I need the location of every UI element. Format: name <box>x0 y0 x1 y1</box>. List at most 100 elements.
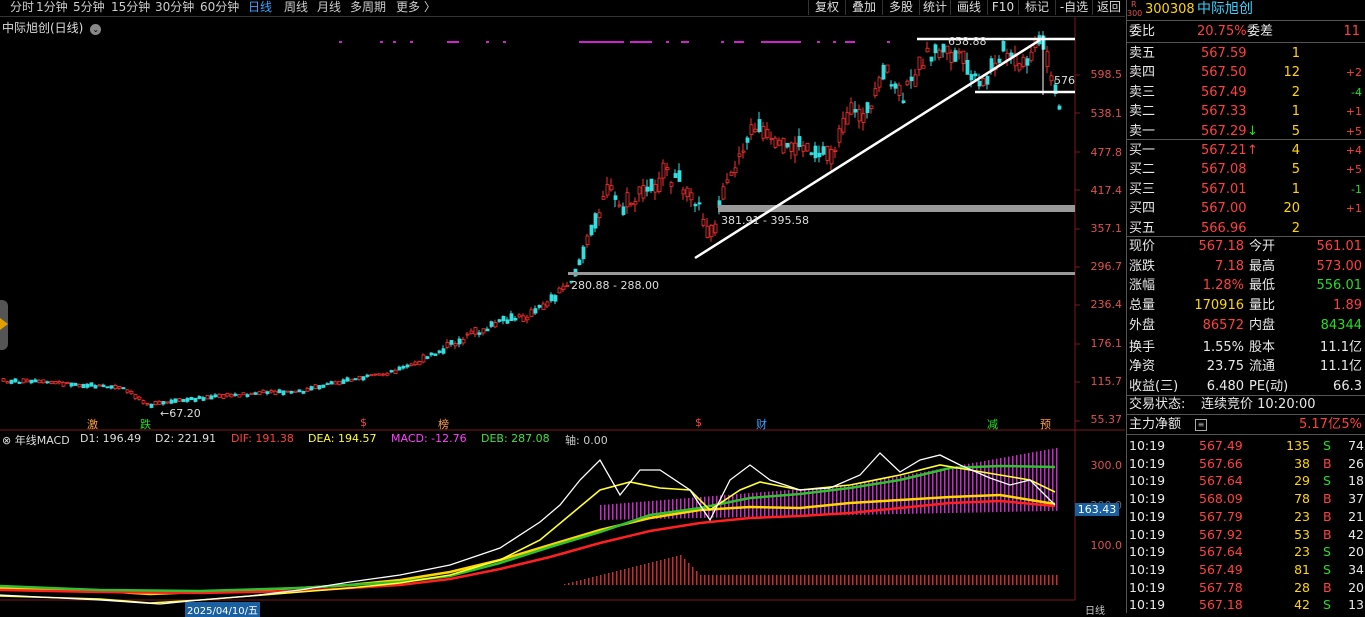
price-label: 115.7 <box>1090 375 1123 388</box>
ask-price: 567.33 <box>1201 104 1247 120</box>
indicator-macd: MACD: -12.76 <box>391 432 467 445</box>
indicator-name[interactable]: ⊗ 年线MACD <box>2 432 70 448</box>
stat-value: 556.01 <box>1316 278 1363 294</box>
stat-label: 涨幅 <box>1129 278 1156 294</box>
bid-change: +5 <box>1345 163 1362 177</box>
trade-status-label: 交易状态: <box>1129 397 1186 412</box>
candlesticks <box>1 31 1062 409</box>
stat-label: 换手 <box>1129 339 1156 355</box>
stock-name: 中际旭创 <box>1197 1 1253 17</box>
tick-volume: 23 <box>1294 508 1310 524</box>
bid-row[interactable]: 买三 567.01 1 -1 <box>1127 180 1365 199</box>
tick-count: 37 <box>1348 491 1364 507</box>
event-marker[interactable]: 激 <box>87 416 98 432</box>
stat-value: 1.89 <box>1333 298 1362 314</box>
ask-label: 卖三 <box>1129 84 1156 100</box>
ask-row[interactable]: 卖二 567.33 1 +1 <box>1127 102 1365 121</box>
ask-label: 卖一 <box>1129 123 1156 139</box>
ask-row[interactable]: 卖三 567.49 2 -4 <box>1127 83 1365 102</box>
tick-price: 567.79 <box>1199 508 1243 524</box>
tick-volume: 38 <box>1294 455 1310 471</box>
price-label: 357.1 <box>1090 222 1123 235</box>
expand-arrow-icon <box>0 318 8 330</box>
net-flow-row[interactable]: 主力净额 ≡ 5.17亿 5% <box>1127 415 1365 434</box>
bid-label: 买一 <box>1129 143 1156 158</box>
ask-price: 567.50 <box>1201 65 1247 81</box>
stat-label: 现价 <box>1129 239 1156 254</box>
side-panel-handle[interactable] <box>0 300 8 350</box>
stat-value: 84344 <box>1320 317 1362 333</box>
tick-price: 567.92 <box>1199 526 1243 542</box>
tick-count: 21 <box>1348 508 1364 524</box>
stat-value: 7.18 <box>1215 258 1244 274</box>
bid-label: 买三 <box>1129 181 1156 197</box>
event-marker[interactable]: $ <box>695 416 702 429</box>
bid-row[interactable]: 买五 566.96 2 <box>1127 219 1365 238</box>
event-marker[interactable]: 预 <box>1040 416 1051 432</box>
ask-row[interactable]: 卖四 567.50 12 +2 <box>1127 63 1365 82</box>
bid-price: 567.21 <box>1201 143 1247 158</box>
weibi-row: 委比 20.75% 委差 11 <box>1127 22 1365 41</box>
stat-row: 换手 1.55% 股本 11.1亿 <box>1127 338 1365 357</box>
ask-label: 卖二 <box>1129 104 1156 120</box>
ask-row[interactable]: 卖五 567.59 1 <box>1127 44 1365 63</box>
ask-price: 567.49 <box>1201 84 1247 100</box>
zone-2-bar <box>568 272 1075 275</box>
tick-volume: 28 <box>1294 579 1310 595</box>
stat-label: 总量 <box>1129 298 1156 314</box>
tick-count: 26 <box>1348 455 1364 471</box>
bid-row[interactable]: 买一 567.21 ↑ 4 +4 <box>1127 141 1365 160</box>
tick-side: B <box>1323 526 1332 542</box>
stat-label: 最高 <box>1249 258 1276 274</box>
tick-count: 13 <box>1348 597 1364 613</box>
expand-icon[interactable]: ≡ <box>1195 419 1207 431</box>
stat-row: 净资 23.75 流通 11.1亿 <box>1127 357 1365 376</box>
high-annotation: 658.88 <box>948 35 987 48</box>
price-label: 598.5 <box>1090 68 1123 81</box>
stat-value: 23.75 <box>1206 359 1244 375</box>
tick-price: 567.66 <box>1199 455 1243 471</box>
stat-value: 1.28% <box>1202 278 1244 294</box>
stat-value: 573.00 <box>1316 258 1363 274</box>
event-marker[interactable]: 减 <box>987 416 998 432</box>
indicator-d2: D2: 221.91 <box>155 432 217 445</box>
tick-row: 10:19 567.66 38 B 26 <box>1127 455 1365 473</box>
stat-label: 今开 <box>1249 239 1276 254</box>
price-label: 296.7 <box>1090 260 1123 273</box>
tick-volume: 42 <box>1294 597 1310 613</box>
bid-row[interactable]: 买二 567.08 5 +5 <box>1127 160 1365 179</box>
tick-time: 10:19 <box>1129 491 1166 507</box>
bid-change: +1 <box>1345 202 1362 216</box>
event-marker[interactable]: 榜 <box>438 416 449 432</box>
ask-row[interactable]: 卖一 567.29 ↓ 5 +5 <box>1127 122 1365 141</box>
up-arrow-icon: ↑ <box>1247 143 1258 158</box>
tick-count: 34 <box>1348 561 1364 577</box>
ask-volume: 2 <box>1291 84 1300 100</box>
weibi-label: 委比 <box>1129 24 1156 39</box>
ask-price: 567.29 <box>1201 123 1247 139</box>
event-marker[interactable]: $ <box>360 416 367 429</box>
tick-volume: 29 <box>1294 473 1310 489</box>
macd-current-value: 163.43 <box>1075 503 1119 516</box>
ask-change: +5 <box>1345 124 1362 138</box>
tick-price: 567.49 <box>1199 438 1243 453</box>
net-flow-value: 5.17亿 <box>1299 417 1341 432</box>
stat-value: 561.01 <box>1316 239 1363 254</box>
tick-time: 10:19 <box>1129 508 1166 524</box>
stat-label: 净资 <box>1129 359 1156 375</box>
weibi-value: 20.75% <box>1197 24 1247 39</box>
tick-count: 20 <box>1348 544 1364 560</box>
stat-label: 流通 <box>1249 359 1276 375</box>
tick-price: 568.09 <box>1199 491 1243 507</box>
ask-label: 卖四 <box>1129 65 1156 81</box>
bid-volume: 4 <box>1291 143 1300 158</box>
event-marker[interactable]: 财 <box>756 416 767 432</box>
kline-chart[interactable] <box>0 0 1125 613</box>
price-label: 55.37 <box>1090 413 1123 426</box>
bid-row[interactable]: 买四 567.00 20 +1 <box>1127 199 1365 218</box>
low-annotation: ←67.20 <box>160 407 201 420</box>
stat-row: 收益(三) 6.480 PE(动) 66.3 <box>1127 377 1365 396</box>
event-marker[interactable]: 跌 <box>140 416 151 432</box>
tick-row: 10:19 568.09 78 B 37 <box>1127 490 1365 508</box>
ask-change: +1 <box>1345 105 1362 119</box>
